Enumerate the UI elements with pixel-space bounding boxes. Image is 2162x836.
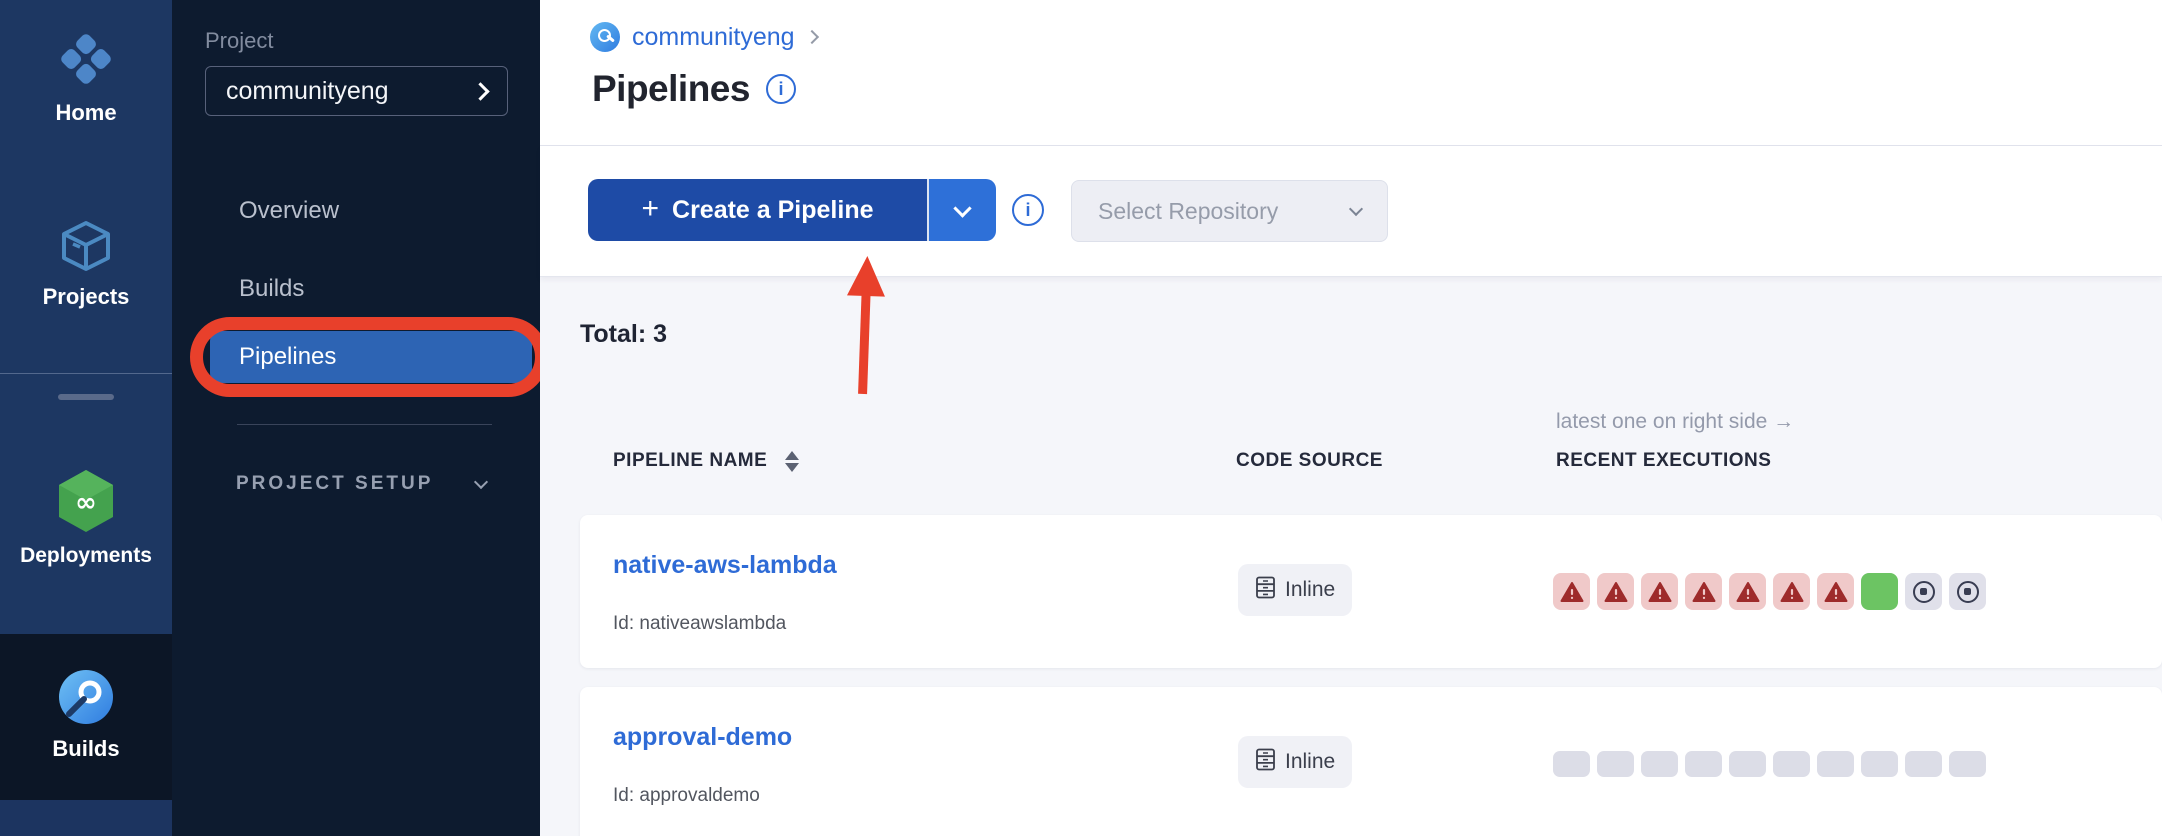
chevron-right-icon [805, 30, 819, 44]
execution-status-empty [1641, 751, 1678, 777]
create-info-icon[interactable] [1012, 194, 1044, 226]
chevron-down-icon [1349, 202, 1363, 216]
execution-status-failed[interactable] [1553, 573, 1590, 610]
pipeline-name-link[interactable]: native-aws-lambda [613, 551, 837, 580]
page-title: Pipelines [592, 68, 750, 110]
repository-select[interactable]: Select Repository [1071, 180, 1388, 242]
chevron-down-icon [953, 199, 971, 217]
nav-item-overview[interactable]: Overview [239, 197, 339, 225]
deployments-icon: ∞ [55, 468, 117, 534]
svg-text:∞: ∞ [75, 488, 97, 518]
title-info-icon[interactable] [766, 74, 796, 104]
execution-status-failed[interactable] [1817, 573, 1854, 610]
project-setup-toggle[interactable]: PROJECT SETUP [236, 473, 486, 495]
execution-status-failed[interactable] [1773, 573, 1810, 610]
create-pipeline-split-button: + Create a Pipeline [588, 179, 996, 241]
sidebar-item-label: Deployments [20, 544, 152, 568]
breadcrumb: communityeng [590, 22, 817, 52]
sidebar-next-module-strip [0, 800, 172, 836]
pipeline-id: Id: approvaldemo [613, 785, 760, 807]
cube-icon [58, 218, 114, 274]
execution-status-failed[interactable] [1729, 573, 1766, 610]
project-selector[interactable]: communityeng [205, 66, 508, 116]
column-header-code-source: CODE SOURCE [1236, 450, 1383, 472]
code-source-label: Inline [1285, 578, 1335, 602]
execution-status-failed[interactable] [1597, 573, 1634, 610]
execution-status-empty [1773, 751, 1810, 777]
sidebar-item-label: Builds [52, 736, 119, 762]
execution-status-failed[interactable] [1641, 573, 1678, 610]
project-sidebar: Project communityeng Overview Builds Pip… [172, 0, 540, 836]
project-selector-value: communityeng [226, 77, 389, 106]
sidebar-item-projects[interactable]: Projects [0, 218, 172, 310]
execution-status-empty [1949, 751, 1986, 777]
project-section-label: Project [205, 28, 273, 54]
module-sidebar: Home Projects ∞ Deployments [0, 0, 172, 836]
repository-select-value: Select Repository [1098, 198, 1278, 225]
toolbar: + Create a Pipeline Select Repository [540, 146, 2162, 277]
sidebar-collapse-dash[interactable] [58, 394, 114, 400]
inline-storage-icon [1255, 576, 1276, 604]
recent-executions-row [1553, 745, 1986, 782]
execution-status-empty [1861, 751, 1898, 777]
execution-status-aborted[interactable] [1949, 573, 1986, 610]
breadcrumb-project-link[interactable]: communityeng [632, 23, 795, 52]
sidebar-item-deployments[interactable]: ∞ Deployments [0, 468, 172, 568]
aborted-icon [1957, 581, 1979, 603]
builds-icon [57, 668, 115, 726]
pipeline-row-card: approval-demo Id: approvaldemo Inline [580, 687, 2162, 836]
code-source-badge: Inline [1238, 564, 1352, 616]
create-pipeline-button[interactable]: + Create a Pipeline [588, 179, 929, 241]
execution-status-empty [1905, 751, 1942, 777]
nav-divider [237, 424, 492, 425]
nav-item-builds[interactable]: Builds [239, 275, 304, 303]
pipeline-name-link[interactable]: approval-demo [613, 723, 792, 752]
total-count: Total: 3 [580, 320, 667, 349]
sidebar-item-builds[interactable]: Builds [0, 668, 172, 762]
aborted-icon [1913, 581, 1935, 603]
execution-status-success[interactable] [1861, 573, 1898, 610]
nav-item-pipelines[interactable]: Pipelines [210, 331, 532, 383]
sort-icon[interactable] [785, 451, 799, 472]
execution-status-empty [1729, 751, 1766, 777]
recent-executions-hint: latest one on right side → [1556, 410, 1794, 434]
chevron-down-icon [474, 475, 488, 489]
pipeline-row-card: native-aws-lambda Id: nativeawslambda Inli… [580, 515, 2162, 668]
project-setup-label: PROJECT SETUP [236, 473, 433, 495]
pipeline-id: Id: nativeawslambda [613, 613, 786, 635]
home-icon [55, 28, 117, 90]
column-header-pipeline-name[interactable]: PIPELINE NAME [613, 450, 799, 472]
nav-item-label: Pipelines [239, 343, 336, 371]
create-pipeline-dropdown-button[interactable] [929, 179, 996, 241]
inline-storage-icon [1255, 748, 1276, 776]
sidebar-item-label: Projects [43, 284, 130, 310]
page-header: communityeng Pipelines [540, 0, 2162, 146]
recent-executions-row [1553, 573, 1986, 610]
column-header-recent-executions: RECENT EXECUTIONS [1556, 450, 1771, 472]
execution-status-failed[interactable] [1685, 573, 1722, 610]
app-window: Home Projects ∞ Deployments [0, 0, 2162, 836]
create-pipeline-label: Create a Pipeline [672, 196, 873, 225]
execution-status-empty [1553, 751, 1590, 777]
code-source-badge: Inline [1238, 736, 1352, 788]
sidebar-item-home[interactable]: Home [0, 28, 172, 126]
project-ci-icon [590, 22, 620, 52]
chevron-right-icon [471, 82, 489, 100]
plus-icon: + [641, 194, 659, 224]
sidebar-divider [0, 373, 172, 374]
title-row: Pipelines [592, 68, 796, 110]
sidebar-item-label: Home [55, 100, 116, 126]
main-content: communityeng Pipelines + Create a Pipeli… [540, 0, 2162, 836]
column-label: PIPELINE NAME [613, 450, 767, 472]
code-source-label: Inline [1285, 750, 1335, 774]
execution-status-empty [1817, 751, 1854, 777]
execution-status-empty [1597, 751, 1634, 777]
execution-status-aborted[interactable] [1905, 573, 1942, 610]
execution-status-empty [1685, 751, 1722, 777]
annotation-arrow [839, 247, 890, 401]
